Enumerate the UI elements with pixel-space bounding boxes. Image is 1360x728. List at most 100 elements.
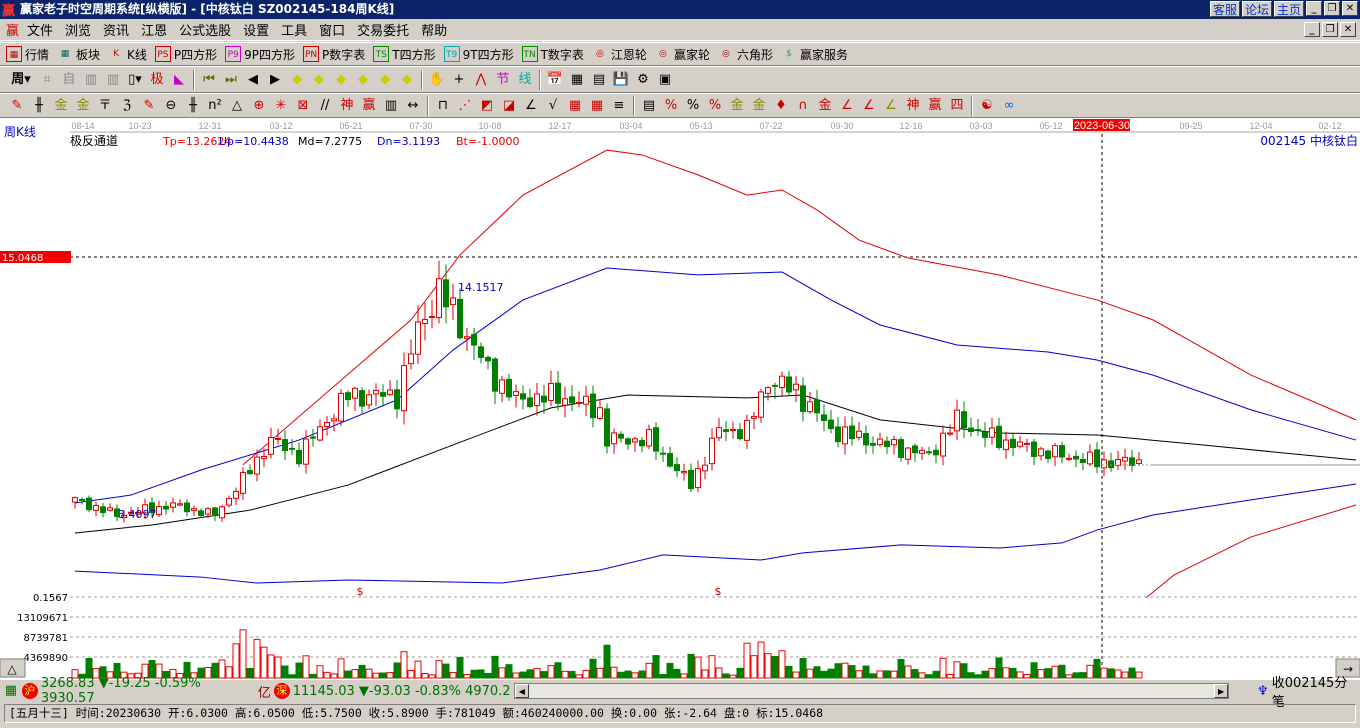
menu-file[interactable]: 文件 [21, 20, 59, 39]
range-icon[interactable]: ↔ [402, 96, 424, 116]
toolbar-hexagon[interactable]: ◎ 六角形 [718, 46, 773, 63]
first-icon[interactable]: ⏮ [198, 70, 220, 90]
toolbar-winner-wheel[interactable]: ◎ 赢家轮 [655, 46, 710, 63]
menu-window[interactable]: 窗口 [313, 20, 351, 39]
gold-split-icon[interactable]: 金 [50, 96, 72, 116]
slant-icon[interactable]: // [314, 96, 336, 116]
restore-button[interactable]: ❐ [1324, 1, 1340, 16]
notes-icon[interactable]: ▤ [588, 70, 610, 90]
period-select[interactable]: 周▾ [6, 70, 36, 90]
calendar-icon[interactable]: 📅 [544, 70, 566, 90]
homepage-link[interactable]: 主页 [1273, 1, 1304, 17]
toolbar-9p-square[interactable]: P9 9P四方形 [225, 46, 295, 63]
pct-lines-icon[interactable]: % [704, 96, 726, 116]
win-angle-icon[interactable]: 赢 [924, 96, 946, 116]
bar-chart9-icon[interactable]: ▥ [102, 70, 124, 90]
lines-icon[interactable]: ≡ [608, 96, 630, 116]
bar-chart3-icon[interactable]: ▥ [80, 70, 102, 90]
scroll-right-button[interactable]: ▶ [1214, 684, 1229, 698]
overlay-icon[interactable]: ⌗ [36, 70, 58, 90]
quote-table-icon[interactable]: ▦ [0, 681, 22, 701]
god-icon[interactable]: 神 [336, 96, 358, 116]
zoom-left-icon[interactable]: ◆ [286, 70, 308, 90]
mdi-restore-button[interactable]: ❐ [1322, 22, 1338, 37]
infinity-icon[interactable]: ∞ [998, 96, 1020, 116]
shrink-icon[interactable]: ◆ [374, 70, 396, 90]
winner-icon[interactable]: 赢 [358, 96, 380, 116]
toolbar-gann-wheel[interactable]: ◎ 江恩轮 [592, 46, 647, 63]
menu-gann[interactable]: 江恩 [135, 20, 173, 39]
menu-news[interactable]: 资讯 [97, 20, 135, 39]
four-angle-icon[interactable]: 四 [946, 96, 968, 116]
gann-box-icon[interactable]: ◩ [476, 96, 498, 116]
line-icon[interactable]: ⋀ [470, 70, 492, 90]
star-icon[interactable]: ✳ [270, 96, 292, 116]
terminal-icon[interactable]: ▣ [654, 70, 676, 90]
pct-fan-icon[interactable]: % [660, 96, 682, 116]
toolbar-p-square[interactable]: PS P四方形 [154, 46, 217, 63]
toolbar-t-number-table[interactable]: TN T数字表 [521, 46, 584, 63]
grid3-icon[interactable]: ▦ [586, 96, 608, 116]
angle-icon[interactable]: ∠ [520, 96, 542, 116]
grid2-icon[interactable]: ▦ [564, 96, 586, 116]
fib-icon[interactable]: 〒 [94, 96, 116, 116]
network-icon[interactable]: ⚙ [632, 70, 654, 90]
triangle-icon[interactable]: △ [226, 96, 248, 116]
gold-lines-icon[interactable]: 金 [748, 96, 770, 116]
period-lines-icon[interactable]: ╫ [182, 96, 204, 116]
f-angle-icon[interactable]: ∠ [858, 96, 880, 116]
mdi-close-button[interactable]: ✕ [1340, 22, 1356, 37]
toolbar-winner-service[interactable]: $ 赢家服务 [781, 46, 848, 63]
draw-icon[interactable]: 线 [514, 70, 536, 90]
app-menu-icon[interactable]: 赢 [4, 20, 21, 39]
target-icon[interactable]: ⊕ [248, 96, 270, 116]
candle-type-icon[interactable]: ▯▾ [124, 70, 146, 90]
j-angle-icon[interactable]: ∠ [836, 96, 858, 116]
scroll-left-button[interactable]: ◀ [514, 684, 529, 698]
compress-icon[interactable]: ◆ [352, 70, 374, 90]
close-button[interactable]: ✕ [1342, 1, 1358, 16]
menu-browse[interactable]: 浏览 [59, 20, 97, 39]
arc-icon[interactable]: ∩ [792, 96, 814, 116]
mdi-minimize-button[interactable]: _ [1304, 22, 1320, 37]
flag-icon[interactable]: ◣ [168, 70, 190, 90]
last-icon[interactable]: ⏭ [220, 70, 242, 90]
horizontal-scrollbar[interactable]: ◀ ▶ [513, 683, 1230, 699]
fan-icon[interactable]: ⋰ [454, 96, 476, 116]
gold-angle-icon[interactable]: ∠ [880, 96, 902, 116]
toolbar-9t-square[interactable]: T9 9T四方形 [443, 46, 514, 63]
spiral-icon[interactable]: ℨ [116, 96, 138, 116]
god-angle-icon[interactable]: 神 [902, 96, 924, 116]
hand-icon[interactable]: ✋ [426, 70, 448, 90]
menu-settings[interactable]: 设置 [237, 20, 275, 39]
minimize-button[interactable]: _ [1306, 1, 1322, 16]
bracket-icon[interactable]: ⊓ [432, 96, 454, 116]
save-icon[interactable]: 💾 [610, 70, 632, 90]
circle-icon[interactable]: ⊖ [160, 96, 182, 116]
toolbar-quotes[interactable]: ▦ 行情 [6, 46, 49, 63]
toolbar-t-square[interactable]: TS T四方形 [373, 46, 436, 63]
toolbar-p-number-table[interactable]: PN P数字表 [303, 46, 365, 63]
menu-trade[interactable]: 交易委托 [351, 20, 415, 39]
table-icon[interactable]: ▤ [638, 96, 660, 116]
pen-icon[interactable]: ✎ [6, 96, 28, 116]
menu-help[interactable]: 帮助 [415, 20, 453, 39]
right-icon[interactable]: ▶ [264, 70, 286, 90]
taiji-icon[interactable]: ☯ [976, 96, 998, 116]
zoom-right-icon[interactable]: ◆ [308, 70, 330, 90]
square-period-icon[interactable]: n² [204, 96, 226, 116]
menu-tools[interactable]: 工具 [275, 20, 313, 39]
toolbar-kline[interactable]: K K线 [108, 46, 147, 63]
parallel-icon[interactable]: ╫ [28, 96, 50, 116]
menu-formula[interactable]: 公式选股 [173, 20, 237, 39]
gann-box2-icon[interactable]: ◪ [498, 96, 520, 116]
expand-icon[interactable]: ◆ [330, 70, 352, 90]
fit-icon[interactable]: ◆ [396, 70, 418, 90]
check-icon[interactable]: √ [542, 96, 564, 116]
brush-icon[interactable]: ✎ [138, 96, 160, 116]
self-select-icon[interactable]: 自 [58, 70, 80, 90]
left-icon[interactable]: ◀ [242, 70, 264, 90]
percent-icon[interactable]: % [682, 96, 704, 116]
extreme-icon[interactable]: 极 [146, 70, 168, 90]
kline-chart[interactable]: 08-14 10-23 12-31 03-12 05-21 07-30 10-08 12-17… [0, 118, 1360, 680]
